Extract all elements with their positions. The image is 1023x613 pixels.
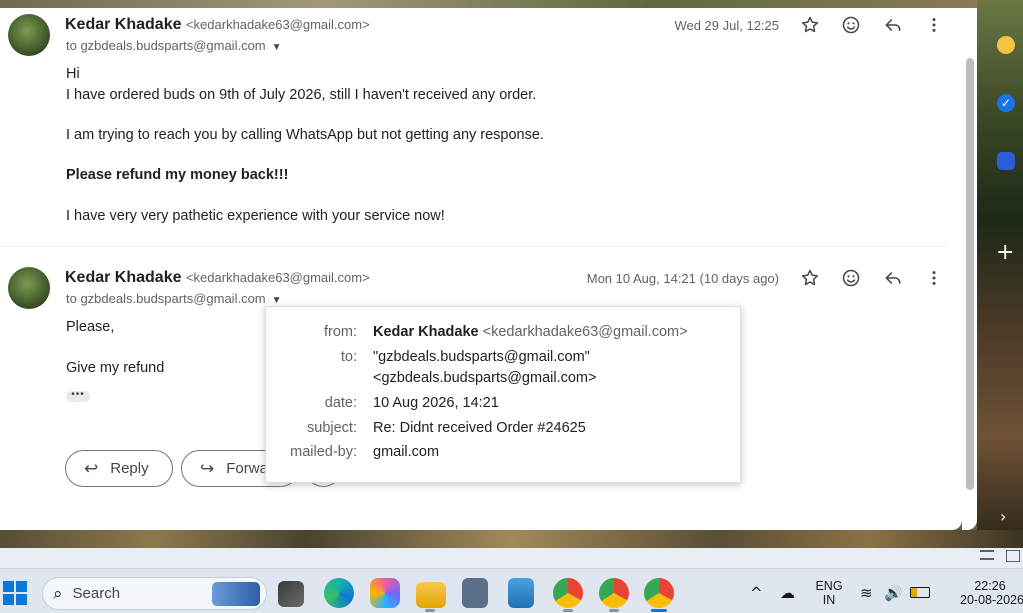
taskbar-search-box[interactable]: ⌕ Search: [42, 577, 267, 610]
checkmark-badge-icon[interactable]: ✓: [997, 94, 1015, 112]
app-running-indicator: [609, 609, 619, 612]
volume-icon[interactable]: 🔊: [884, 584, 903, 602]
date-value: 10 Aug 2026, 14:21: [373, 395, 499, 411]
clock-date: 20-08-2026: [960, 593, 1023, 607]
star-icon[interactable]: [798, 13, 822, 37]
reply-button[interactable]: ↩ Reply: [65, 450, 173, 487]
task-view-icon[interactable]: [278, 581, 304, 607]
show-trimmed-content-button[interactable]: •••: [66, 390, 90, 402]
body-line: I have very very pathetic experience wit…: [66, 208, 445, 224]
caret-down-icon[interactable]: ▼: [272, 295, 282, 306]
reply-icon[interactable]: [881, 266, 905, 290]
sender-name[interactable]: Kedar Khadake <kedarkhadake63@gmail.com>: [65, 269, 370, 287]
forward-button-label: Forwa: [226, 460, 268, 477]
sender-name-text: Kedar Khadake: [65, 269, 182, 286]
battery-level: [911, 588, 917, 597]
body-line: Hi: [66, 66, 80, 82]
recipient-line[interactable]: to gzbdeals.budsparts@gmail.com ▼: [66, 291, 282, 306]
message-divider: [0, 246, 946, 247]
region-code: IN: [822, 593, 836, 607]
app-running-indicator: [425, 609, 435, 612]
onedrive-cloud-icon[interactable]: ☁: [780, 584, 795, 602]
sender-avatar[interactable]: [8, 14, 50, 56]
sender-name-text: Kedar Khadake: [65, 16, 182, 33]
window-icon[interactable]: [1006, 550, 1020, 562]
more-vert-icon[interactable]: [922, 13, 946, 37]
battery-icon[interactable]: [910, 587, 930, 598]
forward-icon: ↪: [200, 458, 215, 479]
reply-icon: ↩: [84, 458, 99, 479]
sender-email: <kedarkhadake63@gmail.com>: [185, 270, 370, 285]
chevron-up-icon[interactable]: ^: [750, 584, 763, 602]
extension-bulb-icon[interactable]: [997, 36, 1015, 54]
from-email: <kedarkhadake63@gmail.com>: [482, 324, 688, 340]
recipient-text: to gzbdeals.budsparts@gmail.com: [66, 291, 266, 306]
reply-icon[interactable]: [881, 13, 905, 37]
message-date: Mon 10 Aug, 14:21 (10 days ago): [586, 271, 779, 286]
file-explorer-icon[interactable]: [416, 582, 446, 608]
calculator-icon[interactable]: [462, 578, 488, 608]
edge-browser-icon[interactable]: [324, 578, 354, 608]
recipient-line[interactable]: to gzbdeals.budsparts@gmail.com ▼: [66, 38, 282, 53]
chrome-profile-icon[interactable]: [553, 578, 583, 608]
sender-avatar[interactable]: [8, 267, 50, 309]
language-code: ENG: [815, 579, 843, 593]
recipient-text: to gzbdeals.budsparts@gmail.com: [66, 38, 266, 53]
from-label: from:: [323, 324, 357, 340]
more-vert-icon[interactable]: [922, 266, 946, 290]
emoji-icon[interactable]: [839, 13, 863, 37]
caret-down-icon[interactable]: ▼: [272, 42, 282, 53]
body-line: Give my refund: [66, 360, 165, 376]
add-icon[interactable]: +: [996, 240, 1014, 265]
chrome-profile-icon[interactable]: [599, 578, 629, 608]
scrollbar-thumb[interactable]: [966, 58, 974, 490]
message-date: Wed 29 Jul, 12:25: [674, 18, 779, 33]
clock[interactable]: 22:26 20-08-2026: [960, 579, 1023, 607]
notepad-icon[interactable]: [508, 578, 534, 608]
reply-button-label: Reply: [110, 460, 149, 477]
body-line: Please,: [66, 319, 115, 335]
subject-label: subject:: [307, 420, 357, 436]
star-icon[interactable]: [798, 266, 822, 290]
message-details-popup: from: Kedar Khadake <kedarkhadake63@gmai…: [265, 306, 741, 483]
app-running-indicator: [563, 609, 573, 612]
desktop-wallpaper-strip: [0, 530, 1023, 548]
sender-name[interactable]: Kedar Khadake <kedarkhadake63@gmail.com>: [65, 16, 370, 34]
from-value: Kedar Khadake <kedarkhadake63@gmail.com>: [373, 324, 688, 340]
window-strip: [0, 548, 1023, 568]
to-value-email: <gzbdeals.budsparts@gmail.com>: [373, 370, 597, 386]
app-active-indicator: [651, 609, 667, 612]
search-placeholder: Search: [72, 585, 121, 602]
chrome-active-icon[interactable]: [644, 578, 674, 608]
body-line: I have ordered buds on 9th of July 2026,…: [66, 87, 537, 103]
emoji-icon[interactable]: [839, 266, 863, 290]
body-line-bold: Please refund my money back!!!: [66, 167, 289, 183]
mailed-by-label: mailed-by:: [290, 444, 357, 460]
subject-value: Re: Didnt received Order #24625: [373, 420, 586, 436]
clock-time: 22:26: [974, 579, 1006, 593]
wifi-icon[interactable]: ≋: [860, 584, 873, 602]
desktop-wallpaper: [977, 0, 1023, 548]
from-name: Kedar Khadake: [373, 324, 479, 340]
to-value-name: "gzbdeals.budsparts@gmail.com": [373, 349, 590, 365]
sender-email: <kedarkhadake63@gmail.com>: [185, 17, 370, 32]
to-label: to:: [340, 349, 357, 365]
menu-icon[interactable]: [980, 550, 994, 560]
body-line: I am trying to reach you by calling What…: [66, 127, 544, 143]
chevron-right-icon[interactable]: ›: [1000, 507, 1006, 526]
copilot-icon[interactable]: [370, 578, 400, 608]
search-icon: ⌕: [53, 583, 63, 604]
date-label: date:: [324, 395, 357, 411]
search-highlight-image: [212, 582, 260, 606]
language-indicator[interactable]: ENG IN: [813, 579, 845, 607]
mailed-by-value: gmail.com: [373, 444, 440, 460]
people-icon[interactable]: [997, 152, 1015, 170]
windows-start-icon[interactable]: [3, 581, 27, 605]
